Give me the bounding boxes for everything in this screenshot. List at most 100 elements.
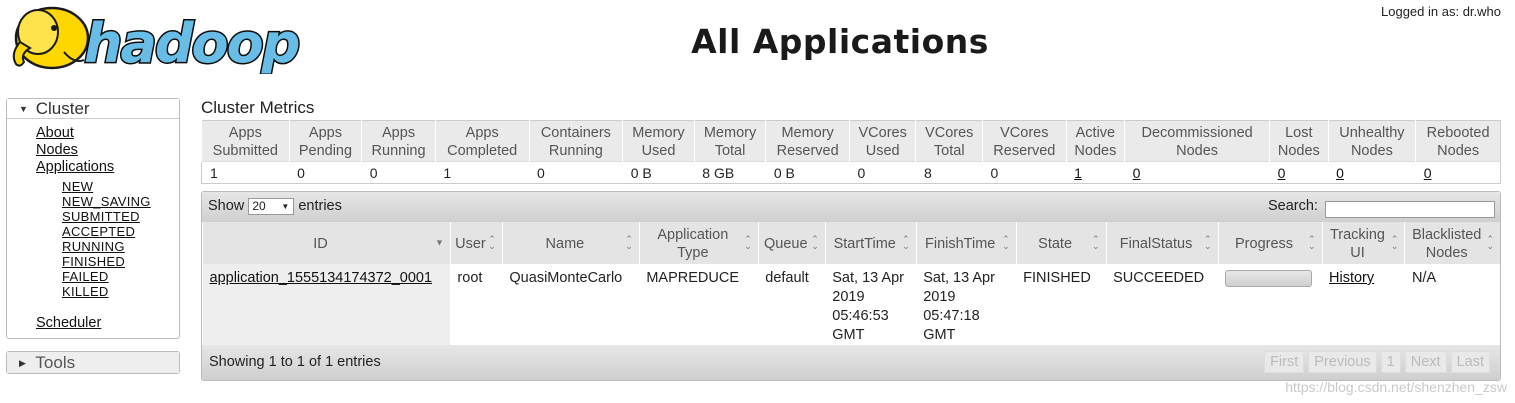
- metric-value-vcores-reserved: 0: [982, 161, 1067, 184]
- state-link-accepted[interactable]: ACCEPTED: [62, 224, 179, 239]
- cluster-label: Cluster: [35, 99, 90, 118]
- metric-header-apps-completed: Apps Completed: [434, 120, 530, 162]
- triangle-right-icon: ▶: [19, 358, 26, 368]
- tools-label: Tools: [35, 353, 76, 372]
- metric-value-active-nodes: 1: [1066, 161, 1125, 184]
- entries-length-value: 20: [252, 199, 266, 213]
- state-link-failed[interactable]: FAILED: [62, 269, 179, 284]
- metric-header-apps-running: Apps Running: [361, 120, 436, 162]
- column-header-finishtime[interactable]: FinishTime ⌃ ⌄: [915, 222, 1017, 264]
- metric-header-containers-running: Containers Running: [528, 120, 623, 162]
- pagination-next-button[interactable]: Next: [1404, 351, 1447, 373]
- metric-link-lost-nodes[interactable]: 0: [1278, 165, 1286, 181]
- pagination-first-button[interactable]: First: [1264, 351, 1305, 373]
- metrics-header-row: Apps Submitted Apps Pending Apps Running Apps C…: [201, 120, 1501, 162]
- elephant-logo-icon: hadoop: [12, 6, 302, 77]
- metric-link-decommissioned-nodes[interactable]: 0: [1133, 165, 1141, 181]
- progress-bar: [1225, 270, 1313, 287]
- length-control: Show 20 ▼ entries: [208, 198, 342, 215]
- sort-icon: ⌃ ⌄: [902, 234, 910, 251]
- column-header-progress[interactable]: Progress ⌃ ⌄: [1217, 222, 1322, 264]
- cell-final-status: SUCCEEDED: [1113, 270, 1205, 286]
- tracking-history-link[interactable]: History: [1329, 270, 1374, 286]
- cluster-panel-header[interactable]: ▼ Cluster: [7, 99, 179, 119]
- cell-blacklisted-nodes: N/A: [1411, 270, 1437, 286]
- page-title: All Applications: [691, 22, 989, 61]
- sidebar-link-applications[interactable]: Applications: [36, 159, 179, 176]
- state-link-finished[interactable]: FINISHED: [62, 254, 179, 269]
- metrics-value-row: 100100 B8 GB 0 B08010000: [201, 161, 1501, 184]
- metric-header-rebooted-nodes: Rebooted Nodes: [1415, 120, 1501, 162]
- sort-icon: ⌃ ⌄: [1203, 234, 1212, 251]
- apps-header-row: ID ▼ User ⌃ ⌄ Name ⌃ ⌄ Application Type ⌃ ⌄ Queue ⌃ ⌄ S…: [202, 222, 1500, 264]
- metric-value-apps-pending: 0: [289, 161, 362, 184]
- metric-header-memory-used: Memory Used: [622, 120, 695, 162]
- state-link-new-saving[interactable]: NEW_SAVING: [62, 194, 179, 209]
- table-row: application_1555134174372_0001 root QuasiM…: [202, 264, 1501, 345]
- app-state-links: NEW NEW_SAVING SUBMITTED ACCEPTED RUNNIN…: [36, 179, 179, 299]
- column-header-user[interactable]: User ⌃ ⌄: [449, 222, 503, 264]
- cell-state: FINISHED: [1023, 270, 1091, 286]
- cell-progress: [1218, 264, 1322, 345]
- column-header-name[interactable]: Name ⌃ ⌄: [501, 222, 640, 264]
- column-header-id[interactable]: ID ▼: [202, 222, 451, 264]
- state-link-killed[interactable]: KILLED: [62, 284, 179, 299]
- state-link-submitted[interactable]: SUBMITTED: [62, 209, 179, 224]
- tools-panel-header[interactable]: ▶ Tools: [7, 352, 179, 373]
- sort-desc-icon: ▼: [435, 237, 444, 248]
- show-label: Show: [208, 198, 245, 214]
- search-label: Search:: [1267, 198, 1318, 214]
- cluster-links: About Nodes Applications NEW NEW_SAVING …: [7, 119, 179, 338]
- column-header-finalstatus[interactable]: FinalStatus ⌃ ⌄: [1105, 222, 1219, 264]
- application-id-link[interactable]: application_1555134174372_0001: [210, 270, 433, 286]
- apps-table-body: application_1555134174372_0001 root QuasiM…: [202, 264, 1501, 345]
- cluster-metrics-table: Apps Submitted Apps Pending Apps Running Apps C…: [201, 120, 1501, 184]
- column-header-queue[interactable]: Queue ⌃ ⌄: [757, 222, 826, 264]
- cell-name: QuasiMonteCarlo: [509, 270, 623, 286]
- metric-value-apps-completed: 1: [435, 161, 530, 184]
- cell-tracking-ui: History: [1322, 264, 1405, 345]
- metric-value-apps-submitted: 1: [201, 161, 290, 184]
- metric-link-unhealthy-nodes[interactable]: 0: [1336, 165, 1344, 181]
- metric-value-memory-total: 8 GB: [694, 161, 766, 184]
- column-header-blacklisted-nodes[interactable]: Blacklisted Nodes ⌃ ⌄: [1404, 222, 1500, 264]
- hadoop-logo[interactable]: hadoop: [8, 2, 308, 77]
- sort-icon: ⌃ ⌄: [811, 234, 819, 251]
- column-header-application-type[interactable]: Application Type ⌃ ⌄: [638, 222, 759, 264]
- state-link-running[interactable]: RUNNING: [62, 239, 179, 254]
- entries-label: entries: [298, 198, 342, 214]
- chevron-down-icon: ▼: [281, 202, 290, 211]
- pagination: First Previous 1 Next Last: [1260, 351, 1490, 373]
- cluster-metrics-title: Cluster Metrics: [201, 98, 315, 117]
- applications-datatable: Show 20 ▼ entries Search: ID ▼ User ⌃ ⌄ Name ⌃…: [201, 191, 1501, 381]
- sidebar-link-nodes[interactable]: Nodes: [36, 142, 179, 159]
- metric-value-vcores-used: 0: [849, 161, 916, 184]
- pagination-previous-button[interactable]: Previous: [1308, 351, 1377, 373]
- logged-in-status: Logged in as: dr.who: [1381, 4, 1501, 19]
- tools-panel: ▶ Tools: [6, 351, 180, 374]
- sidebar-link-scheduler[interactable]: Scheduler: [36, 315, 179, 332]
- pagination-last-button[interactable]: Last: [1450, 351, 1490, 373]
- column-header-starttime[interactable]: StartTime ⌃ ⌄: [824, 222, 917, 264]
- metric-link-active-nodes[interactable]: 1: [1074, 165, 1082, 181]
- main-content: Cluster Metrics Apps Submitted Apps Pending…: [201, 98, 1501, 381]
- pagination-page-1-button[interactable]: 1: [1380, 351, 1401, 373]
- table-info: Showing 1 to 1 of 1 entries: [209, 354, 381, 370]
- metric-header-memory-total: Memory Total: [693, 120, 766, 162]
- sort-icon: ⌃ ⌄: [625, 234, 633, 251]
- state-link-new[interactable]: NEW: [62, 179, 179, 194]
- metric-value-lost-nodes: 0: [1269, 161, 1329, 184]
- page-header: hadoop All Applications Logged in as: dr…: [0, 0, 1515, 90]
- metric-header-vcores-used: VCores Used: [848, 120, 916, 162]
- column-header-state[interactable]: State ⌃ ⌄: [1015, 222, 1107, 264]
- entries-length-select[interactable]: 20 ▼: [248, 198, 295, 215]
- metric-header-lost-nodes: Lost Nodes: [1269, 120, 1329, 162]
- column-header-tracking-ui[interactable]: Tracking UI ⌃ ⌄: [1321, 222, 1405, 264]
- sort-icon: ⌃ ⌄: [488, 234, 496, 251]
- metric-value-memory-used: 0 B: [622, 161, 695, 184]
- sidebar-link-about[interactable]: About: [36, 125, 179, 142]
- search-input[interactable]: [1325, 200, 1495, 218]
- cell-start-time: Sat, 13 Apr 2019 05:46:53 GMT: [832, 270, 904, 343]
- metric-link-rebooted-nodes[interactable]: 0: [1424, 165, 1432, 181]
- cluster-panel: ▼ Cluster About Nodes Applications NEW N…: [6, 98, 180, 339]
